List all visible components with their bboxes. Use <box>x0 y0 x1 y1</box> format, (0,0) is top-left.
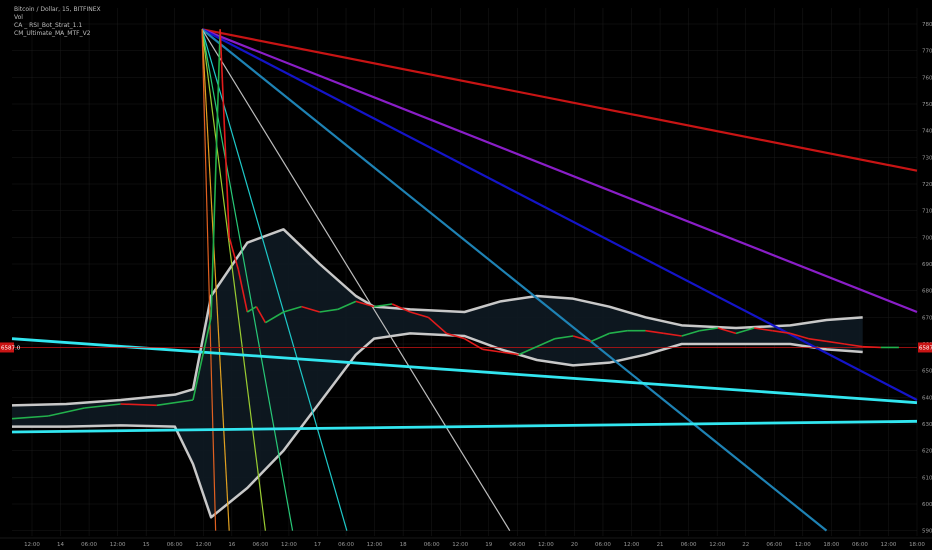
time-tick-label: 06:00 <box>852 542 868 548</box>
time-tick-label: 06:00 <box>338 542 354 548</box>
time-tick-label: 12:00 <box>24 542 40 548</box>
price-tick-label: 6400.0 <box>922 395 932 401</box>
price-chart[interactable]: 7800.0 7700.0 7600.0 7500.0 7400.0 7300.0 7200… <box>0 0 932 550</box>
price-tick-label: 7400.0 <box>922 129 932 135</box>
price-tick-label: 7500.0 <box>922 102 932 108</box>
time-tick-label: 06:00 <box>509 542 525 548</box>
time-tick-label: 12:00 <box>452 542 468 548</box>
price-tick-label: 6900.0 <box>922 262 932 268</box>
time-tick-label: 06:00 <box>81 542 97 548</box>
price-tick-label: 7700.0 <box>922 49 932 55</box>
time-tick-label: 14 <box>57 542 64 548</box>
time-tick-label: 12:00 <box>367 542 383 548</box>
time-tick-label: 17 <box>314 542 321 548</box>
price-tick-label: 7200.0 <box>922 182 932 188</box>
legend-symbol-title: Bitcoin / Dollar, 15, BITFINEX <box>14 6 101 13</box>
time-tick-label: 12:00 <box>709 542 725 548</box>
time-tick-label: 18:00 <box>909 542 925 548</box>
price-tick-label: 5900.0 <box>922 529 932 535</box>
time-tick-label: 12:00 <box>110 542 126 548</box>
time-tick-label: 06:00 <box>252 542 268 548</box>
chart-legend: Bitcoin / Dollar, 15, BITFINEX Vol CA _ … <box>14 6 101 38</box>
time-tick-label: 12:00 <box>881 542 897 548</box>
time-tick-label: 15 <box>143 542 150 548</box>
time-tick-label: 18 <box>400 542 407 548</box>
price-tick-label: 7000.0 <box>922 235 932 241</box>
time-tick-label: 12:00 <box>624 542 640 548</box>
last-price-label: 6587.0 <box>1 345 21 351</box>
legend-volume: Vol <box>14 14 23 21</box>
time-tick-label: 19 <box>485 542 492 548</box>
time-tick-label: 18:00 <box>823 542 839 548</box>
time-tick-label: 22 <box>742 542 749 548</box>
price-tick-label: 6000.0 <box>922 502 932 508</box>
time-tick-label: 06:00 <box>681 542 697 548</box>
price-tick-label: 6100.0 <box>922 475 932 481</box>
legend-ma-indicator: CM_Ultimate_MA_MTF_V2 <box>14 30 91 37</box>
price-tick-label: 6700.0 <box>922 315 932 321</box>
price-tick-label: 7300.0 <box>922 155 932 161</box>
current-price-label: 6587.0 <box>919 345 932 351</box>
time-tick-label: 06:00 <box>766 542 782 548</box>
time-tick-label: 06:00 <box>167 542 183 548</box>
price-tick-label: 6300.0 <box>922 422 932 428</box>
price-tick-label: 6200.0 <box>922 449 932 455</box>
time-tick-label: 12:00 <box>281 542 297 548</box>
time-tick-label: 20 <box>571 542 578 548</box>
price-tick-label: 7600.0 <box>922 75 932 81</box>
time-tick-label: 06:00 <box>424 542 440 548</box>
time-tick-label: 12:00 <box>795 542 811 548</box>
time-tick-label: 12:00 <box>195 542 211 548</box>
time-tick-label: 16 <box>228 542 235 548</box>
price-tick-label: 7800.0 <box>922 22 932 28</box>
time-tick-label: 12:00 <box>538 542 554 548</box>
legend-rsi-strategy: CA _ RSI_Bot_Strat_1.1 <box>14 22 83 29</box>
time-tick-label: 06:00 <box>595 542 611 548</box>
price-segment <box>862 345 881 349</box>
price-tick-label: 6500.0 <box>922 369 932 375</box>
price-tick-label: 6800.0 <box>922 289 932 295</box>
price-tick-label: 7100.0 <box>922 209 932 215</box>
time-tick-label: 21 <box>657 542 664 548</box>
